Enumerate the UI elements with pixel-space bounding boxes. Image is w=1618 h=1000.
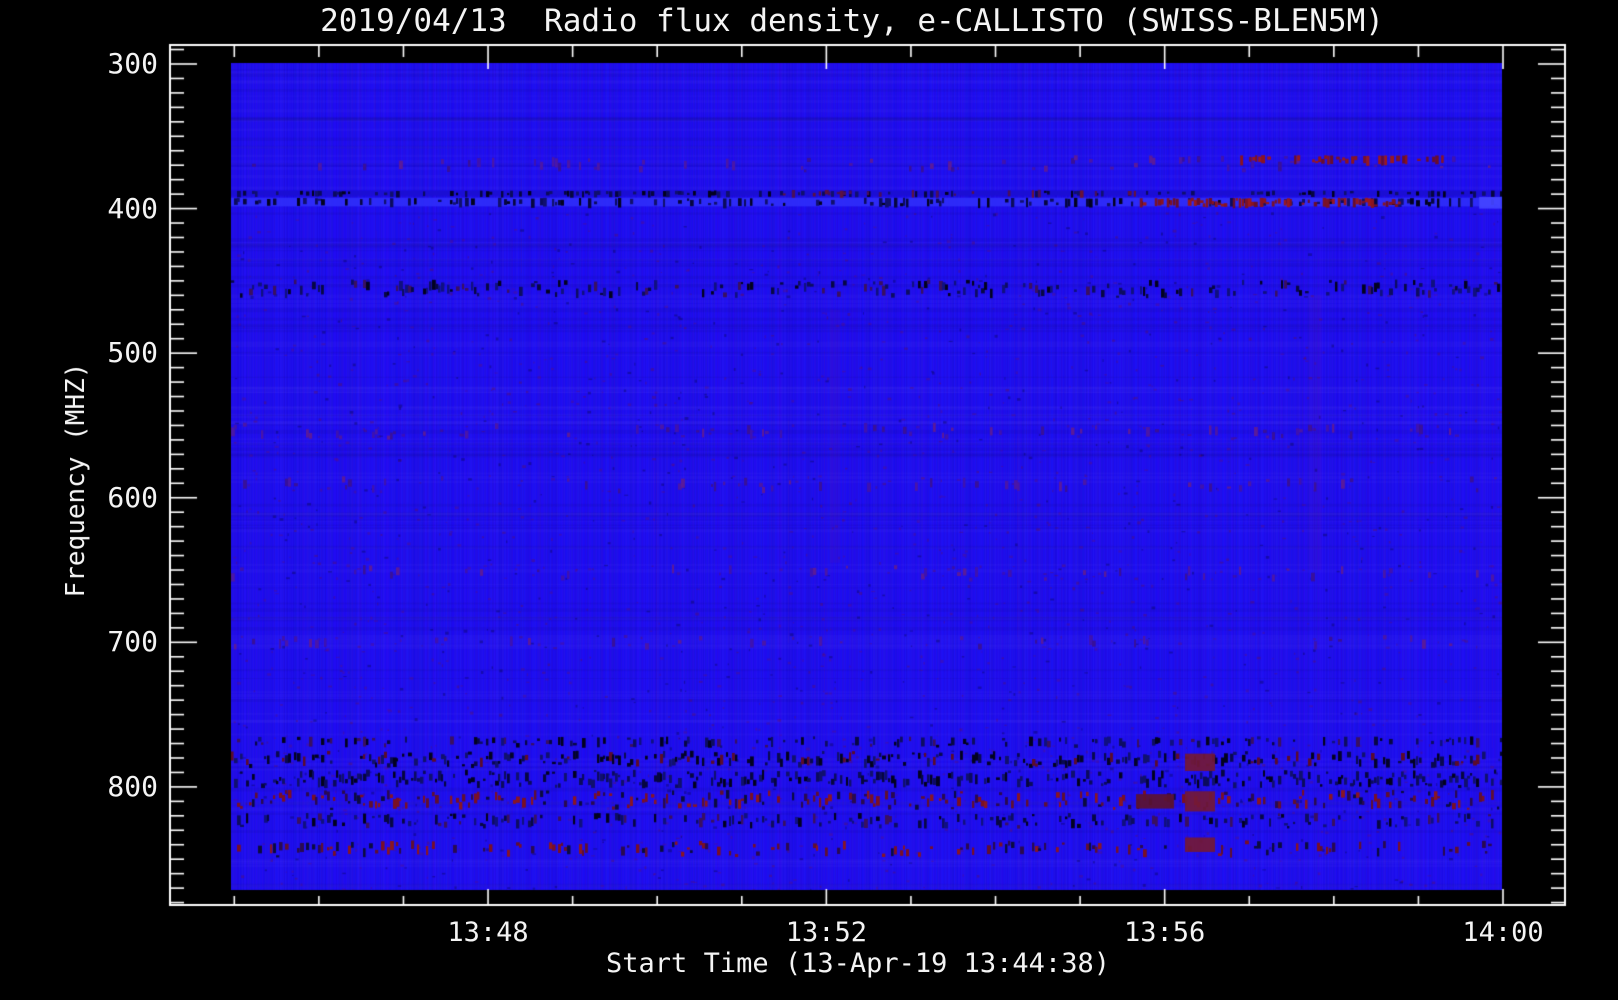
y-tick-label: 400	[107, 191, 158, 225]
spectrogram-canvas	[0, 0, 1618, 1000]
x-axis-title: Start Time (13-Apr-19 13:44:38)	[606, 948, 1110, 979]
x-tick-label: 13:48	[447, 917, 529, 948]
x-tick-label: 14:00	[1462, 917, 1544, 948]
x-tick-label: 13:52	[785, 917, 867, 948]
y-tick-label: 700	[107, 625, 158, 659]
y-tick-label: 300	[107, 47, 158, 80]
x-tick-label: 13:56	[1124, 917, 1206, 948]
y-tick-label: 800	[107, 769, 158, 803]
chart-title: 2019/04/13 Radio flux density, e-CALLIST…	[320, 3, 1384, 39]
y-tick-label: 500	[107, 336, 158, 370]
y-tick-label: 600	[107, 480, 158, 514]
spectrogram-page: 2019/04/13 Radio flux density, e-CALLIST…	[0, 0, 1618, 1000]
y-axis-title: Frequency (MHZ)	[61, 362, 91, 598]
